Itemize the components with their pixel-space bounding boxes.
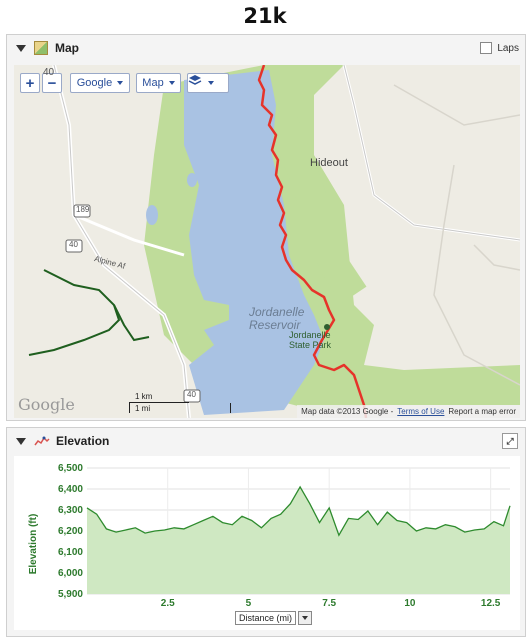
- layers-icon: [188, 75, 202, 85]
- collapse-triangle-icon[interactable]: [16, 44, 26, 52]
- y-axis-ticks: 6,500 6,400 6,300 6,200 6,100 6,000 5,900: [58, 463, 83, 600]
- x-tick-label: 7.5: [322, 598, 336, 608]
- road-label: 189: [76, 205, 90, 214]
- map-icon: [34, 41, 48, 55]
- google-logo: Google: [18, 395, 75, 414]
- x-tick-label: 10: [404, 598, 416, 608]
- road: [343, 65, 520, 241]
- scale-mi-bar: [129, 403, 231, 413]
- layers-dropdown[interactable]: [187, 73, 229, 93]
- road: [393, 84, 520, 126]
- elevation-icon: [34, 436, 50, 446]
- x-axis-ticks: 2.5 5 7.5 10 12.5: [161, 598, 501, 609]
- elevation-panel-title: Elevation: [56, 434, 110, 448]
- elevation-chart-svg: 6,500 6,400 6,300 6,200 6,100 6,000 5,900 2.5 5…: [28, 463, 511, 609]
- expand-icon[interactable]: ⤢: [502, 433, 518, 449]
- road-label: 40: [69, 240, 78, 249]
- park-label-line1: Jordanelle: [289, 330, 331, 340]
- road: [342, 65, 520, 242]
- elevation-panel: Elevation ⤢ 6,500 6,400 6,300 6,200 6,100 6,0…: [6, 427, 526, 637]
- page-title: 21k: [243, 4, 287, 28]
- chevron-down-icon: [207, 81, 214, 85]
- zoom-in-button[interactable]: +: [20, 73, 40, 93]
- provider-dropdown[interactable]: Google: [70, 73, 130, 93]
- place-label-hideout: Hideout: [310, 157, 348, 169]
- park-label-line2: State Park: [289, 340, 332, 350]
- elevation-chart: 6,500 6,400 6,300 6,200 6,100 6,000 5,900 2.5 5…: [14, 456, 520, 630]
- map-panel: Map Laps + − Google Map 40 189 40 40 Alp…: [6, 34, 526, 421]
- chevron-down-icon: [168, 81, 175, 85]
- x-tick-label: 12.5: [481, 598, 501, 608]
- y-tick-label: 6,400: [58, 484, 83, 495]
- laps-checkbox[interactable]: [480, 42, 493, 54]
- x-tick-label: 5: [246, 598, 252, 608]
- x-axis-selector-label: Distance (mi): [235, 611, 297, 625]
- laps-toggle[interactable]: Laps: [480, 42, 519, 54]
- chevron-down-icon: [117, 81, 124, 85]
- map-panel-header[interactable]: Map Laps: [7, 35, 525, 61]
- trail-line: [113, 304, 150, 342]
- pond: [187, 173, 197, 187]
- chevron-down-icon[interactable]: [298, 611, 313, 625]
- y-tick-label: 5,900: [58, 589, 83, 600]
- y-tick-label: 6,500: [58, 463, 83, 474]
- elevation-panel-header[interactable]: Elevation ⤢: [7, 428, 525, 454]
- pond: [146, 205, 158, 225]
- y-tick-label: 6,100: [58, 547, 83, 558]
- map-type-dropdown-label: Map: [142, 77, 164, 89]
- map-graphics: [28, 65, 520, 418]
- map-canvas[interactable]: + − Google Map 40 189 40 40 Alpine Af Hi…: [14, 65, 520, 418]
- map-panel-title: Map: [55, 41, 79, 55]
- report-error-link[interactable]: Report a map error: [448, 407, 516, 416]
- x-axis-selector[interactable]: Distance (mi): [235, 611, 313, 625]
- scale-km-label: 1 km: [135, 392, 153, 401]
- provider-dropdown-label: Google: [76, 77, 113, 89]
- x-tick-label: 2.5: [161, 598, 175, 608]
- park-label: Jordanelle State Park: [289, 330, 331, 350]
- y-tick-label: 6,000: [58, 568, 83, 579]
- map-type-dropdown[interactable]: Map: [136, 73, 181, 93]
- attribution-text: Map data ©2013 Google -: [301, 407, 394, 416]
- road: [433, 164, 520, 386]
- y-axis-label: Elevation (ft): [28, 514, 39, 575]
- y-tick-label: 6,300: [58, 505, 83, 516]
- road-label: 40: [43, 67, 55, 78]
- terms-link[interactable]: Terms of Use: [397, 407, 444, 416]
- scale-bar: 1 km 1 mi: [129, 390, 239, 416]
- trail-line: [28, 269, 121, 356]
- laps-label: Laps: [497, 42, 519, 54]
- map-attribution: Map data ©2013 Google - Terms of Use Rep…: [297, 405, 520, 418]
- y-tick-label: 6,200: [58, 526, 83, 537]
- reservoir-label: Jordanelle Reservoir: [249, 306, 304, 332]
- collapse-triangle-icon[interactable]: [16, 437, 26, 445]
- elevation-area: [87, 486, 510, 594]
- road: [473, 244, 520, 271]
